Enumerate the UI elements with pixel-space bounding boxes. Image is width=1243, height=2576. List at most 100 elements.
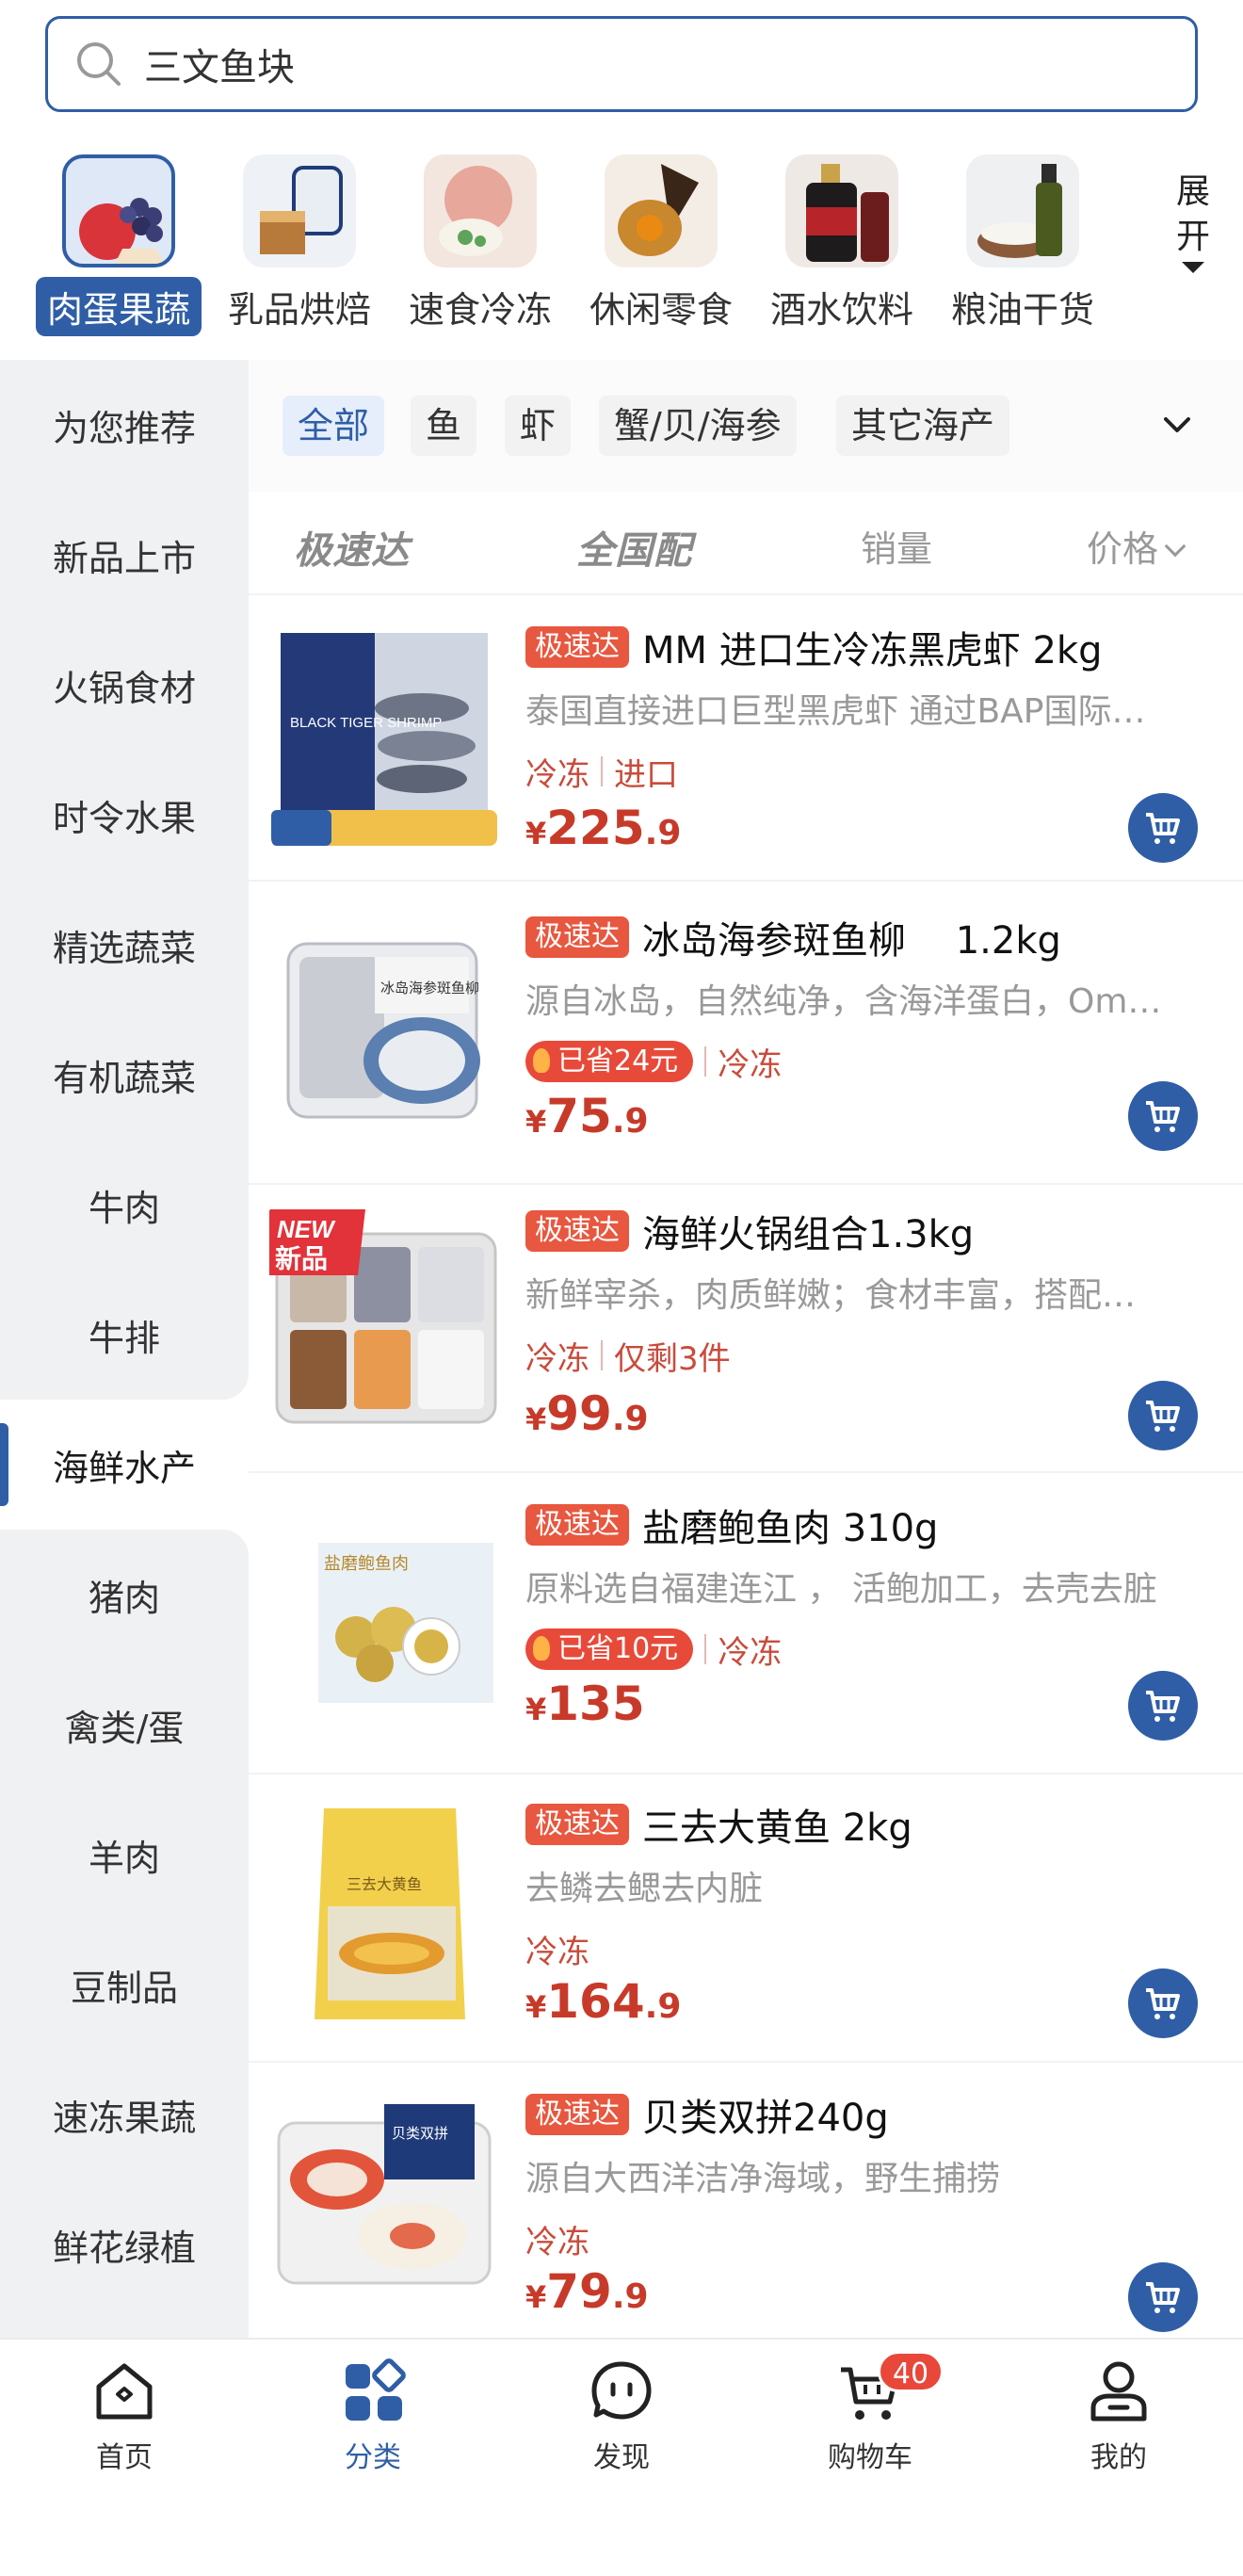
- sidebar-item-label: 速冻果蔬: [52, 2097, 196, 2139]
- sidebar-item-hotpot[interactable]: 火锅食材: [0, 620, 249, 750]
- product-title: 极速达 冰岛海参斑鱼柳 1.2kg: [525, 910, 1215, 964]
- sidebar-item-seafood[interactable]: 海鲜水产: [0, 1400, 249, 1530]
- chat-bubble-icon: [591, 2361, 652, 2420]
- sidebar-item-organic-vegetables[interactable]: 有机蔬菜: [0, 1010, 249, 1140]
- product-image: NEW 新品: [267, 1206, 503, 1432]
- add-to-cart-button[interactable]: [1128, 793, 1198, 863]
- nav-me[interactable]: 我的: [1025, 2357, 1213, 2475]
- product-price: ¥79.9: [525, 2264, 649, 2319]
- top-category-label: 休闲零食: [589, 289, 733, 331]
- sidebar-item-pork[interactable]: 猪肉: [0, 1530, 249, 1660]
- chevron-down-icon: [1164, 535, 1186, 558]
- currency-symbol: ¥: [525, 1401, 547, 1437]
- product-card[interactable]: BLACK TIGER SHRIMP 极速达 MM 进口生冷冻黑虎虾 2kg 泰国…: [249, 595, 1243, 882]
- product-card[interactable]: NEW 新品 极速达 海鲜火锅组合1.3kg 新鲜宰杀，肉质鲜嫩；食材丰富，搭配多…: [249, 1185, 1243, 1473]
- sort-price[interactable]: 价格: [1087, 520, 1186, 572]
- home-icon: [96, 2363, 153, 2420]
- top-category-dairy-bakery[interactable]: 乳品烘焙: [209, 154, 390, 336]
- sidebar-item-steak[interactable]: 牛排: [0, 1270, 249, 1400]
- product-description: 源自大西洋洁净海域，野生捕捞: [525, 2160, 1001, 2198]
- cart-icon: [1146, 1401, 1180, 1432]
- sidebar-item-label: 为您推荐: [52, 407, 196, 449]
- add-to-cart-button[interactable]: [1128, 2262, 1198, 2332]
- product-info: 极速达 冰岛海参斑鱼柳 1.2kg 源自冰岛，自然纯净，含海洋蛋白，Omega-3…: [525, 910, 1215, 1084]
- sort-national[interactable]: 全国配: [576, 520, 692, 575]
- add-to-cart-button[interactable]: [1128, 1381, 1198, 1450]
- product-title: 极速达 海鲜火锅组合1.3kg: [525, 1204, 1215, 1258]
- sidebar-item-lamb[interactable]: 羊肉: [0, 1790, 249, 1920]
- currency-symbol: ¥: [525, 1104, 547, 1140]
- product-title-text: 盐磨鲍鱼肉 310g: [642, 1507, 939, 1550]
- chip-other-seafood[interactable]: 其它海产: [836, 396, 1010, 456]
- price-decimal: .9: [644, 814, 682, 852]
- top-category-meat-produce[interactable]: 肉蛋果蔬: [28, 154, 209, 336]
- express-tag: 极速达: [525, 626, 629, 668]
- sidebar-item-beef[interactable]: 牛肉: [0, 1140, 249, 1270]
- nav-home[interactable]: 首页: [30, 2357, 218, 2475]
- product-card[interactable]: 三去大黄鱼 极速达 三去大黄鱼 2kg 去鳞去鳃去内脏 冷冻 ¥164.9: [249, 1774, 1243, 2063]
- chip-all[interactable]: 全部: [282, 396, 385, 456]
- nav-label: 我的: [1090, 2441, 1147, 2474]
- product-description: 泰国直接进口巨型黑虎虾 通过BAP国际认证: [525, 692, 1166, 731]
- search-input[interactable]: 三文鱼块: [144, 37, 295, 91]
- nav-discover[interactable]: 发现: [527, 2357, 716, 2475]
- expand-categories-button[interactable]: 展 开: [1160, 170, 1226, 273]
- product-card[interactable]: 盐磨鲍鱼肉 极速达 盐磨鲍鱼肉 310g 原料选自福建连江 ， 活鲍加工，去壳去脏…: [249, 1473, 1243, 1774]
- sort-express[interactable]: 极速达: [294, 520, 410, 575]
- search-bar[interactable]: 三文鱼块: [45, 16, 1198, 112]
- sidebar-item-label: 鲜花绿植: [52, 2227, 196, 2269]
- chip-crab-shellfish[interactable]: 蟹/贝/海参: [599, 396, 797, 456]
- top-category-label: 乳品烘焙: [227, 289, 371, 331]
- price-decimal: .9: [611, 1400, 649, 1438]
- product-description: 源自冰岛，自然纯净，含海洋蛋白，Omega-3: [525, 982, 1166, 1021]
- cart-icon: [1146, 1691, 1180, 1722]
- product-card[interactable]: 冰岛海参斑鱼柳 极速达 冰岛海参斑鱼柳 1.2kg 源自冰岛，自然纯净，含海洋蛋白…: [249, 882, 1243, 1185]
- sidebar-item-new[interactable]: 新品上市: [0, 490, 249, 620]
- chip-shrimp[interactable]: 虾: [505, 396, 572, 456]
- sidebar-item-recommended[interactable]: 为您推荐: [0, 360, 249, 490]
- nav-category[interactable]: 分类: [279, 2357, 467, 2475]
- product-tags: 已省24元 冷冻: [525, 1040, 1215, 1084]
- add-to-cart-button[interactable]: [1128, 1081, 1198, 1151]
- snack-thumbnail: [605, 154, 718, 267]
- price-decimal: .9: [644, 1987, 682, 2026]
- product-image-text: BLACK TIGER SHRIMP: [290, 715, 442, 731]
- chip-fish[interactable]: 鱼: [411, 396, 477, 456]
- top-category-grain-oil[interactable]: 粮油干货: [932, 154, 1113, 336]
- sidebar-item-vegetables[interactable]: 精选蔬菜: [0, 880, 249, 1010]
- top-category-drinks[interactable]: 酒水饮料: [751, 154, 932, 336]
- price-integer: 79: [546, 2264, 612, 2319]
- cart-icon: [1146, 1988, 1180, 2019]
- category-grid-icon: [346, 2358, 406, 2421]
- sidebar-item-seasonal-fruit[interactable]: 时令水果: [0, 750, 249, 880]
- express-tag: 极速达: [525, 2094, 629, 2135]
- product-info: 极速达 海鲜火锅组合1.3kg 新鲜宰杀，肉质鲜嫩；食材丰富，搭配多样 冷冻 仅剩3…: [525, 1204, 1215, 1378]
- sort-sales[interactable]: 销量: [861, 520, 932, 572]
- bottom-navigation: 首页 分类 发现 40 购物车 我的: [0, 2338, 1243, 2576]
- top-category-frozen[interactable]: 速食冷冻: [390, 154, 571, 336]
- sidebar-item-flowers-plants[interactable]: 鲜花绿植: [0, 2179, 249, 2338]
- product-price: ¥75.9: [525, 1089, 649, 1143]
- chevron-down-icon[interactable]: [1160, 408, 1194, 442]
- price-integer: 225: [546, 801, 645, 855]
- nav-label: 首页: [96, 2441, 153, 2474]
- top-category-snacks[interactable]: 休闲零食: [571, 154, 751, 336]
- sidebar-item-poultry-eggs[interactable]: 禽类/蛋: [0, 1660, 249, 1790]
- sidebar-item-label: 时令水果: [52, 797, 196, 839]
- add-to-cart-button[interactable]: [1128, 1968, 1198, 2038]
- cart-count-badge: 40: [878, 2351, 944, 2392]
- product-image-text: 贝类双拼: [392, 2125, 448, 2142]
- sidebar-item-label: 有机蔬菜: [52, 1057, 196, 1099]
- nav-cart[interactable]: 40 购物车: [776, 2351, 964, 2475]
- product-tags: 冷冻 进口: [525, 750, 1215, 794]
- product-title-text: 贝类双拼240g: [642, 2097, 889, 2140]
- sidebar-item-tofu[interactable]: 豆制品: [0, 1920, 249, 2049]
- product-image: 贝类双拼: [271, 2095, 497, 2321]
- sidebar-item-frozen-produce[interactable]: 速冻果蔬: [0, 2049, 249, 2179]
- expand-label: 开: [1175, 218, 1210, 256]
- product-title-text: 冰岛海参斑鱼柳 1.2kg: [642, 919, 1061, 963]
- sidebar-item-label: 豆制品: [70, 1967, 178, 2009]
- product-price: ¥135: [525, 1677, 645, 1731]
- product-card[interactable]: 贝类双拼 极速达 贝类双拼240g 源自大西洋洁净海域，野生捕捞 冷冻 ¥79.9: [249, 2063, 1243, 2338]
- add-to-cart-button[interactable]: [1128, 1671, 1198, 1741]
